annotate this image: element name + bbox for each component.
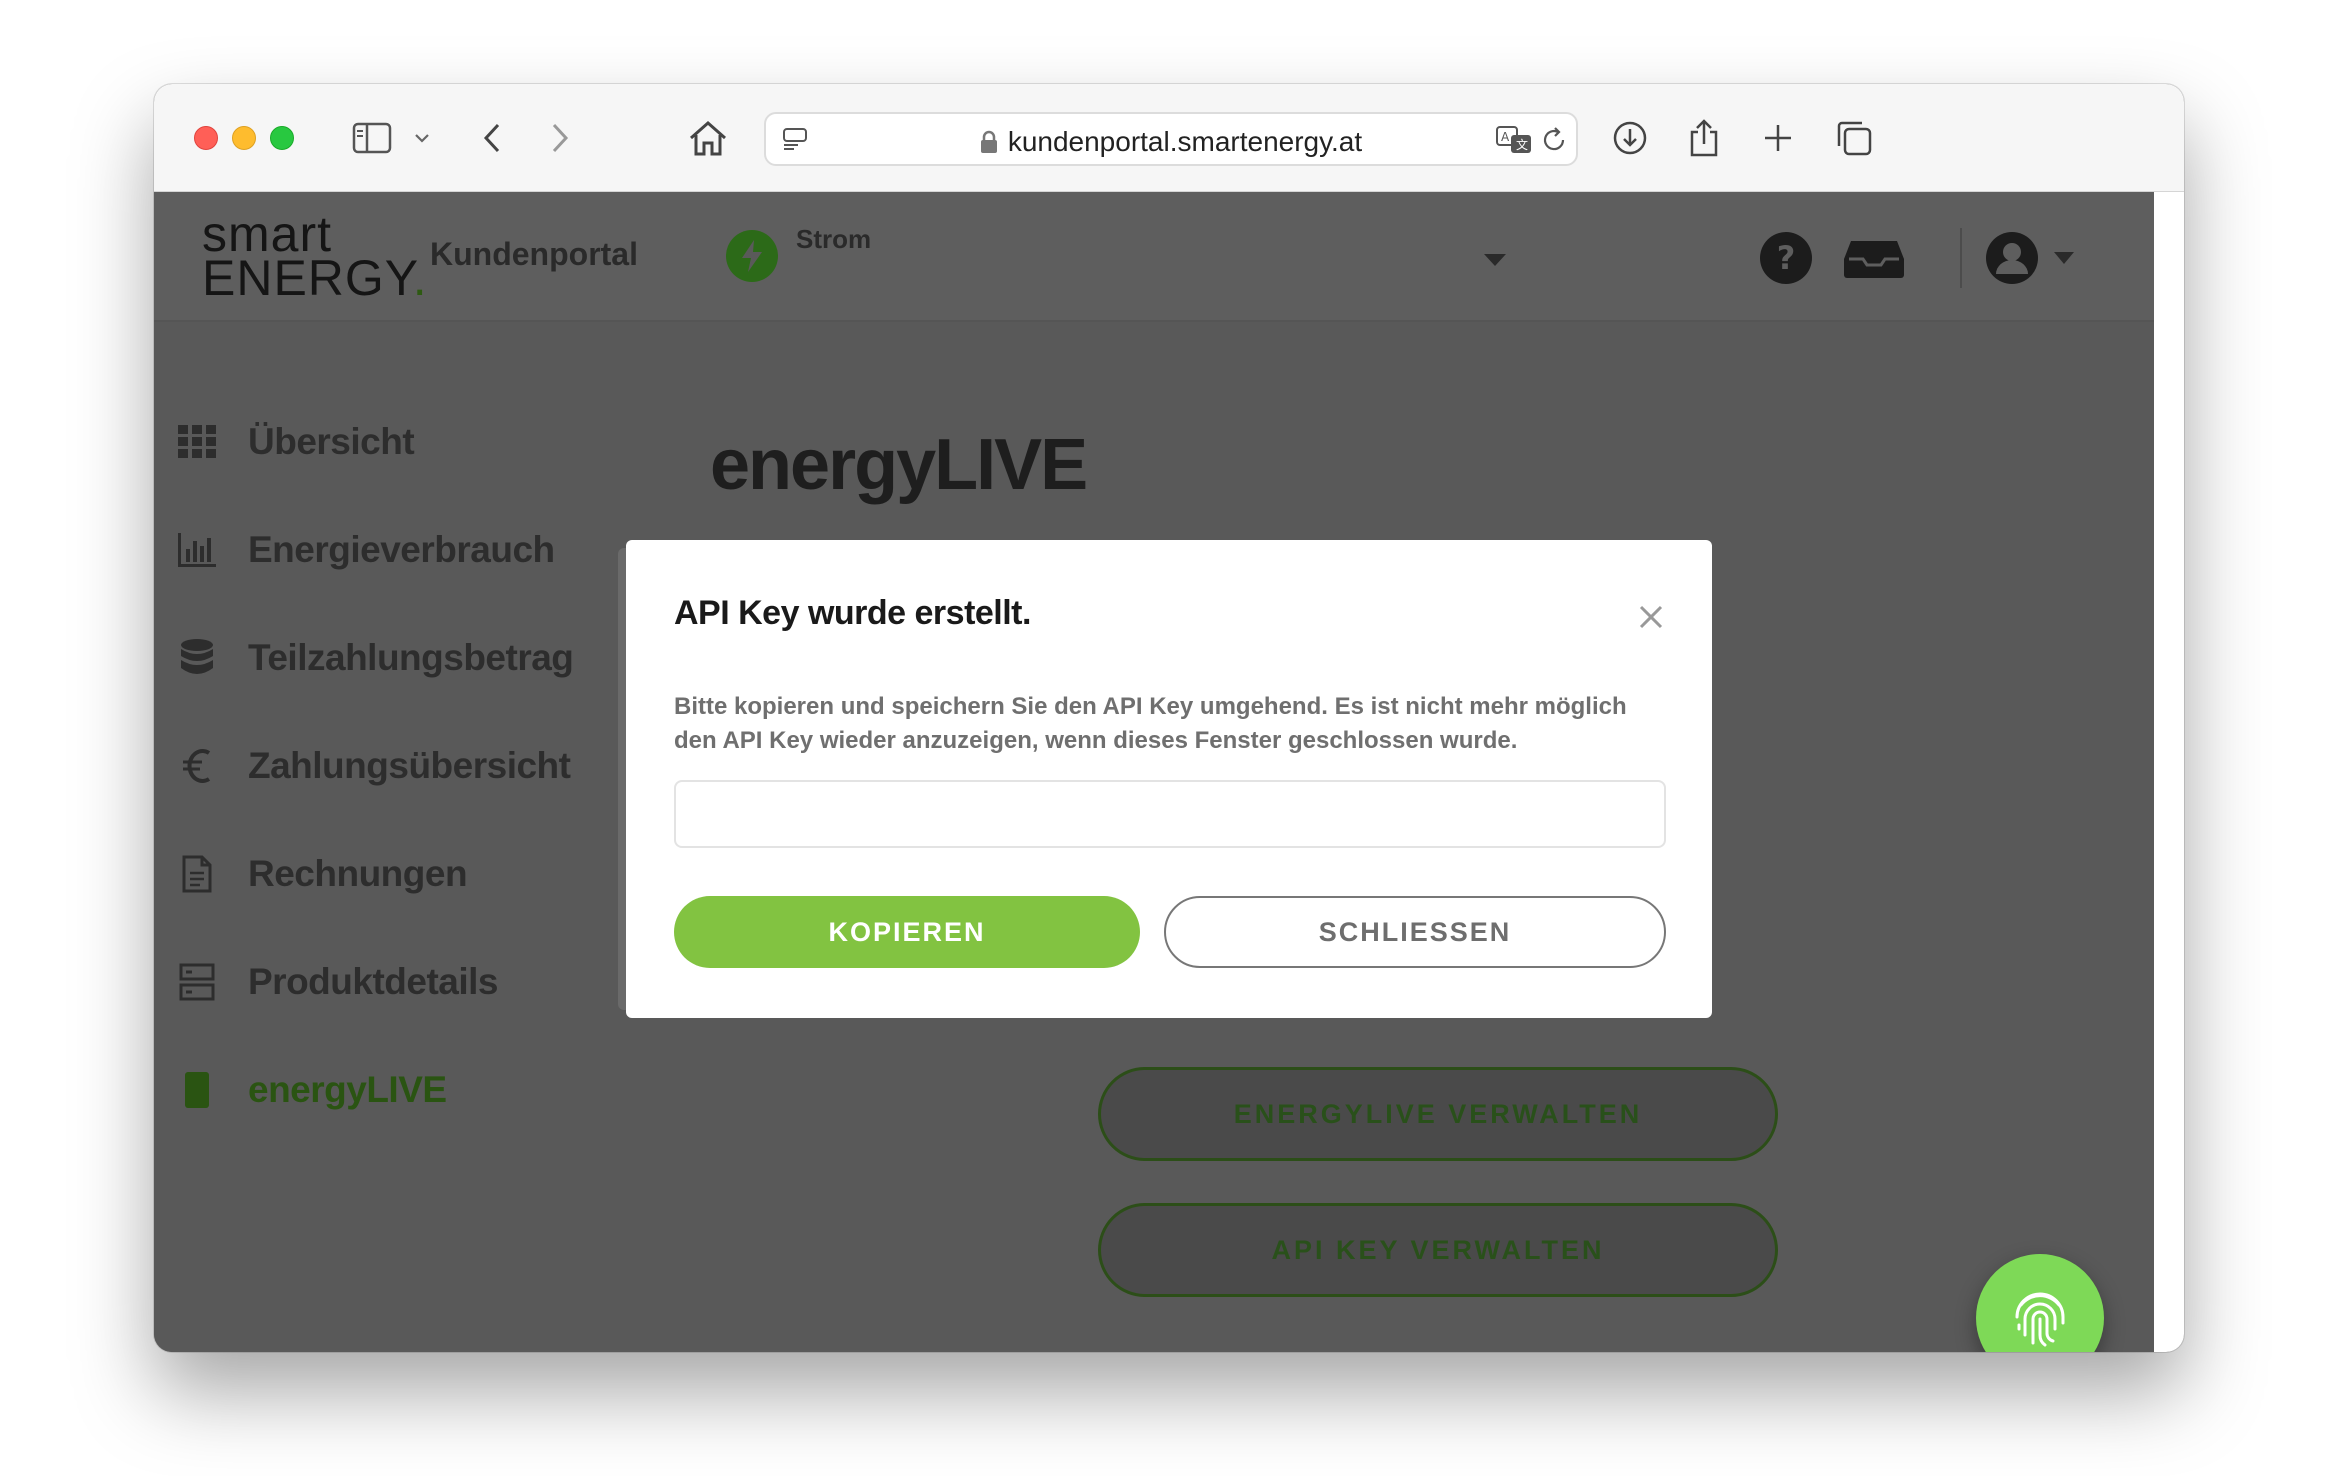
translate-icon[interactable]: A文	[1494, 124, 1534, 156]
device-icon	[176, 1069, 218, 1111]
sidebar-item-uebersicht[interactable]: Übersicht	[176, 412, 415, 472]
product-selector-label[interactable]: Strom	[796, 224, 871, 255]
document-icon	[176, 853, 218, 895]
api-key-dialog: API Key wurde erstellt. Bitte kopieren u…	[626, 540, 1712, 1018]
close-icon[interactable]	[1636, 602, 1668, 634]
home-icon[interactable]	[686, 114, 730, 162]
lightning-icon	[726, 230, 778, 282]
share-icon[interactable]	[1684, 114, 1724, 162]
sidebar-item-label: Produktdetails	[248, 961, 499, 1002]
svg-text:A: A	[1501, 130, 1510, 144]
lock-icon	[980, 130, 997, 153]
reload-icon[interactable]	[1540, 124, 1570, 156]
chevron-down-icon[interactable]	[412, 114, 432, 162]
help-icon[interactable]: ?	[1758, 230, 1814, 286]
sidebar-icon[interactable]	[350, 114, 394, 162]
sidebar-item-energieverbrauch[interactable]: Energieverbrauch	[176, 520, 555, 580]
svg-text:文: 文	[1516, 137, 1528, 152]
manage-energylive-button[interactable]: ENERGYLIVE VERWALTEN	[1098, 1067, 1778, 1161]
sidebar-item-label: Teilzahlungsbetrag	[248, 637, 574, 678]
zoom-window-button[interactable]	[270, 126, 294, 150]
dialog-message: Bitte kopieren und speichern Sie den API…	[674, 693, 1627, 754]
logo-line2: ENERGY	[202, 250, 413, 306]
url-display[interactable]: kundenportal.smartenergy.at	[766, 126, 1576, 161]
sidebar-item-label: energyLIVE	[248, 1069, 447, 1110]
sidebar-item-label: Rechnungen	[248, 853, 468, 894]
sidebar-item-rechnungen[interactable]: Rechnungen	[176, 844, 468, 904]
sidebar-item-energylive[interactable]: energyLIVE	[176, 1060, 447, 1120]
close-dialog-button[interactable]: SCHLIESSEN	[1164, 896, 1666, 968]
account-icon[interactable]	[1984, 230, 2040, 286]
logo-dot: .	[412, 250, 428, 306]
fingerprint-icon	[2015, 1292, 2065, 1347]
svg-text:?: ?	[1777, 239, 1796, 277]
forward-icon[interactable]	[546, 114, 574, 162]
address-bar[interactable]: kundenportal.smartenergy.at A文	[764, 112, 1578, 166]
dialog-title: API Key wurde erstellt.	[674, 594, 1031, 632]
sidebar-item-produktdetails[interactable]: Produktdetails	[176, 952, 499, 1012]
scrollbar-track[interactable]	[2154, 192, 2184, 1352]
download-icon[interactable]	[1610, 114, 1650, 162]
app-header: smart ENERGY. Kundenportal Strom ?	[154, 192, 2154, 322]
sidebar-item-label: Energieverbrauch	[248, 529, 555, 570]
server-icon	[176, 961, 218, 1003]
browser-window: kundenportal.smartenergy.at A文 smart ENE…	[154, 84, 2184, 1352]
tab-overview-icon[interactable]	[1834, 114, 1874, 162]
back-icon[interactable]	[478, 114, 506, 162]
sidebar-item-zahlungsuebersicht[interactable]: Zahlungsübersicht	[176, 736, 571, 796]
database-icon	[176, 637, 218, 679]
page-content: smart ENERGY. Kundenportal Strom ? Übers…	[154, 192, 2154, 1352]
portal-label: Kundenportal	[430, 236, 638, 272]
product-selector-caret-icon[interactable]	[1484, 254, 1506, 266]
sidebar-item-label: Übersicht	[248, 421, 415, 462]
page-title: energyLIVE	[710, 425, 1088, 505]
minimize-window-button[interactable]	[232, 126, 256, 150]
smartenergy-logo[interactable]: smart ENERGY.	[202, 209, 428, 303]
grid-icon	[176, 421, 218, 463]
browser-toolbar: kundenportal.smartenergy.at A文	[154, 84, 2184, 192]
manage-api-key-button[interactable]: API KEY VERWALTEN	[1098, 1203, 1778, 1297]
euro-icon	[176, 745, 218, 787]
copy-button[interactable]: KOPIEREN	[674, 896, 1140, 968]
api-key-field[interactable]	[674, 780, 1666, 848]
close-window-button[interactable]	[194, 126, 218, 150]
fingerprint-button[interactable]	[1976, 1254, 2104, 1352]
new-tab-icon[interactable]	[1758, 114, 1798, 162]
sidebar-item-teilzahlungsbetrag[interactable]: Teilzahlungsbetrag	[176, 628, 574, 688]
account-caret-icon[interactable]	[2052, 250, 2076, 266]
sidebar-item-label: Zahlungsübersicht	[248, 745, 571, 786]
header-divider	[1960, 228, 1962, 288]
bar-chart-icon	[176, 529, 218, 571]
inbox-icon[interactable]	[1842, 230, 1906, 286]
url-text: kundenportal.smartenergy.at	[1007, 126, 1363, 157]
